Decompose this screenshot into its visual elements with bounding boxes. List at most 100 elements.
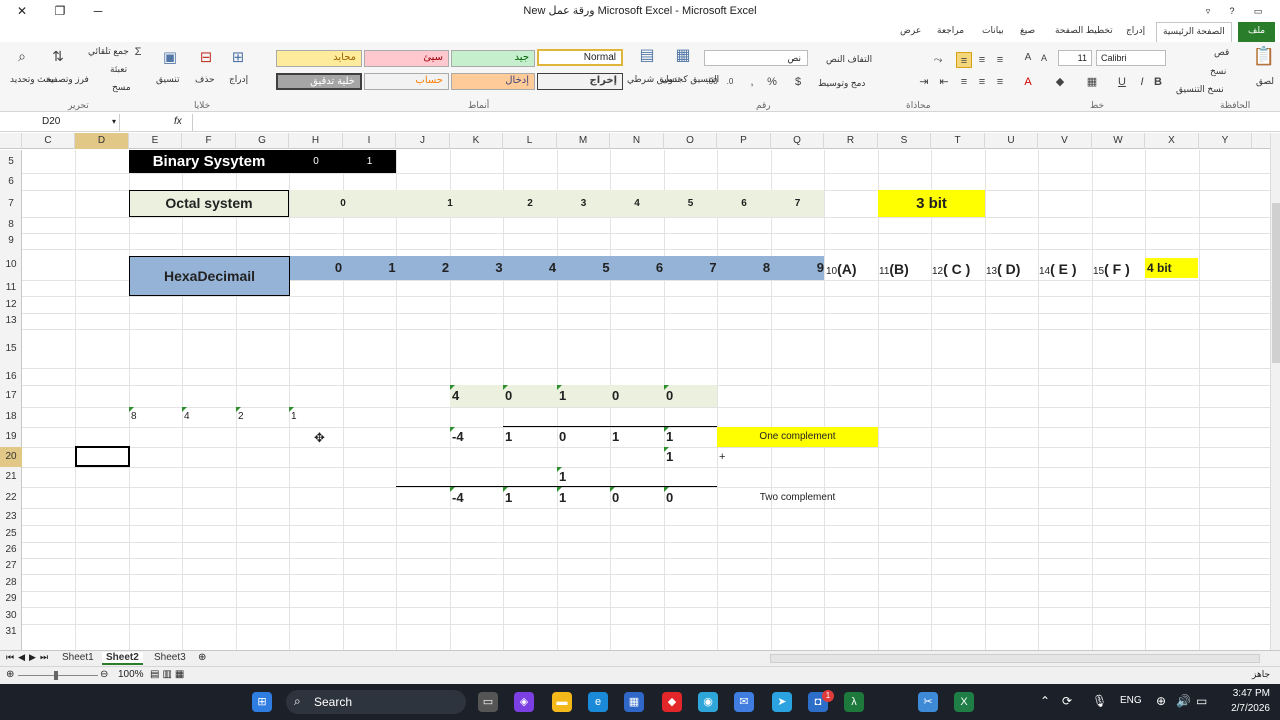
format-cells-icon[interactable]: ▣ (160, 50, 180, 70)
clock-date[interactable]: 2/7/2026 (1222, 703, 1270, 714)
tab-page-layout[interactable]: تخطيط الصفحة (1055, 25, 1113, 36)
style-good[interactable]: جيد (451, 50, 535, 67)
row-header[interactable]: 22 (0, 487, 22, 508)
row-header[interactable]: 28 (0, 574, 22, 591)
row-header[interactable]: 27 (0, 558, 22, 574)
zoom-level[interactable]: 100% (118, 669, 144, 680)
fx-icon[interactable]: fx (174, 116, 182, 127)
copilot-icon[interactable]: ◈ (514, 692, 534, 712)
column-header[interactable]: T (931, 133, 985, 149)
tab-formulas[interactable]: صيغ (1020, 25, 1035, 36)
store-icon[interactable]: ▦ (624, 692, 644, 712)
column-header[interactable]: P (717, 133, 771, 149)
merge-center-button[interactable]: دمج وتوسيط (818, 78, 865, 89)
sheet-nav-arrows-icon[interactable]: ⏮◀▶⏭ (6, 652, 52, 663)
row-header[interactable]: 20 (0, 447, 22, 467)
copy-button[interactable]: نسخ (1210, 66, 1226, 77)
column-header[interactable]: V (1038, 133, 1092, 149)
new-sheet-icon[interactable]: ⊕ (198, 652, 206, 663)
paste-label[interactable]: لصق (1256, 76, 1274, 87)
horizontal-scrollbar[interactable] (770, 654, 1260, 663)
column-header[interactable]: W (1092, 133, 1145, 149)
orientation-icon[interactable]: ⤳ (930, 52, 946, 68)
network-icon[interactable]: ⊕ (1156, 694, 1166, 708)
fill-color-icon[interactable]: ◆ (1052, 74, 1068, 90)
microphone-icon[interactable]: 🎙 (1092, 694, 1107, 708)
tab-view[interactable]: عرض (900, 25, 921, 36)
sheet-tab-2[interactable]: Sheet2 (102, 652, 143, 665)
column-header[interactable]: S (878, 133, 931, 149)
insert-cells-icon[interactable]: ⊞ (228, 50, 248, 70)
column-header[interactable]: I (343, 133, 396, 149)
grow-font-icon[interactable]: A (1020, 50, 1036, 66)
comma-icon[interactable]: , (744, 74, 760, 90)
autosum-button[interactable]: جمع تلقائي (88, 46, 129, 57)
volume-icon[interactable]: 🔊 (1176, 694, 1191, 708)
row-header[interactable]: 26 (0, 542, 22, 558)
column-header[interactable]: M (557, 133, 610, 149)
language-indicator[interactable]: ENG (1120, 695, 1142, 706)
scrollbar-thumb[interactable] (1272, 203, 1280, 363)
row-header[interactable]: 17 (0, 385, 22, 407)
worksheet-grid[interactable]: Binary Sysytem 0 1 Octal system 0 1 2 3 … (22, 150, 1270, 650)
find-select-icon[interactable]: ⌕ (12, 48, 32, 68)
column-header[interactable]: Y (1199, 133, 1252, 149)
row-header[interactable]: 16 (0, 368, 22, 385)
select-all-corner[interactable] (0, 133, 22, 149)
column-header[interactable]: R (824, 133, 878, 149)
conditional-formatting-button[interactable]: تنسيق شرطي (627, 74, 680, 85)
row-header[interactable]: 9 (0, 233, 22, 249)
format-cells-button[interactable]: تنسيق (156, 74, 179, 85)
excel-icon[interactable]: X (954, 692, 974, 712)
row-header[interactable]: 6 (0, 173, 22, 190)
column-header[interactable]: X (1145, 133, 1199, 149)
row-header[interactable]: 18 (0, 407, 22, 427)
align-middle-icon[interactable]: ≡ (974, 52, 990, 68)
tab-data[interactable]: بيانات (982, 25, 1004, 36)
row-header[interactable]: 25 (0, 525, 22, 542)
font-color-icon[interactable]: A (1020, 74, 1036, 90)
row-header[interactable]: 30 (0, 607, 22, 624)
row-header[interactable]: 12 (0, 296, 22, 313)
row-header[interactable]: 23 (0, 508, 22, 525)
style-calculation[interactable]: حساب (364, 73, 449, 90)
tab-home[interactable]: الصفحة الرئيسية (1156, 22, 1232, 42)
sheet-tab-3[interactable]: Sheet3 (154, 652, 186, 663)
column-header[interactable]: F (182, 133, 236, 149)
tab-review[interactable]: مراجعة (937, 25, 964, 36)
row-header[interactable]: 11 (0, 280, 22, 296)
view-mode-icon[interactable]: ▤▥▦ (150, 669, 187, 680)
battery-icon[interactable]: ▭ (1196, 694, 1207, 708)
sort-filter-icon[interactable]: ⇅ (48, 48, 68, 68)
percent-icon[interactable]: % (764, 74, 780, 90)
column-header[interactable]: N (610, 133, 664, 149)
column-header[interactable]: J (396, 133, 450, 149)
font-size-select[interactable]: 11 (1058, 50, 1092, 66)
align-top-icon[interactable]: ≡ (956, 52, 972, 68)
borders-icon[interactable]: ▦ (1084, 74, 1100, 90)
column-header[interactable]: O (664, 133, 717, 149)
column-header[interactable]: D (75, 133, 129, 149)
active-cell-d20[interactable] (75, 446, 130, 467)
column-header[interactable]: U (985, 133, 1038, 149)
format-painter-button[interactable]: نسخ التنسيق (1176, 84, 1224, 95)
find-select-button[interactable]: بحث وتحديد (10, 74, 54, 85)
row-header[interactable]: 5 (0, 150, 22, 173)
chrome-icon[interactable]: ◉ (698, 692, 718, 712)
delete-cells-icon[interactable]: ⊟ (196, 50, 216, 70)
cut-button[interactable]: قص (1214, 47, 1229, 58)
style-normal[interactable]: Normal (537, 49, 623, 66)
chevron-up-icon[interactable]: ⌃ (1040, 694, 1050, 708)
delete-cells-button[interactable]: حذف (195, 74, 215, 85)
indent-icon[interactable]: ⇥ (916, 74, 932, 90)
file-explorer-icon[interactable]: ▬ (552, 692, 572, 712)
align-bottom-icon[interactable]: ≡ (992, 52, 1008, 68)
paste-icon[interactable]: 📋 (1252, 47, 1276, 72)
windows-start-icon[interactable]: ⊞ (252, 692, 272, 712)
insert-cells-button[interactable]: إدراج (229, 74, 248, 85)
taskbar-search[interactable]: ⌕ Search (286, 690, 466, 714)
mail-icon[interactable]: ✉ (734, 692, 754, 712)
vertical-scrollbar[interactable] (1270, 133, 1280, 650)
column-header[interactable]: Q (771, 133, 824, 149)
column-header[interactable]: C (22, 133, 75, 149)
